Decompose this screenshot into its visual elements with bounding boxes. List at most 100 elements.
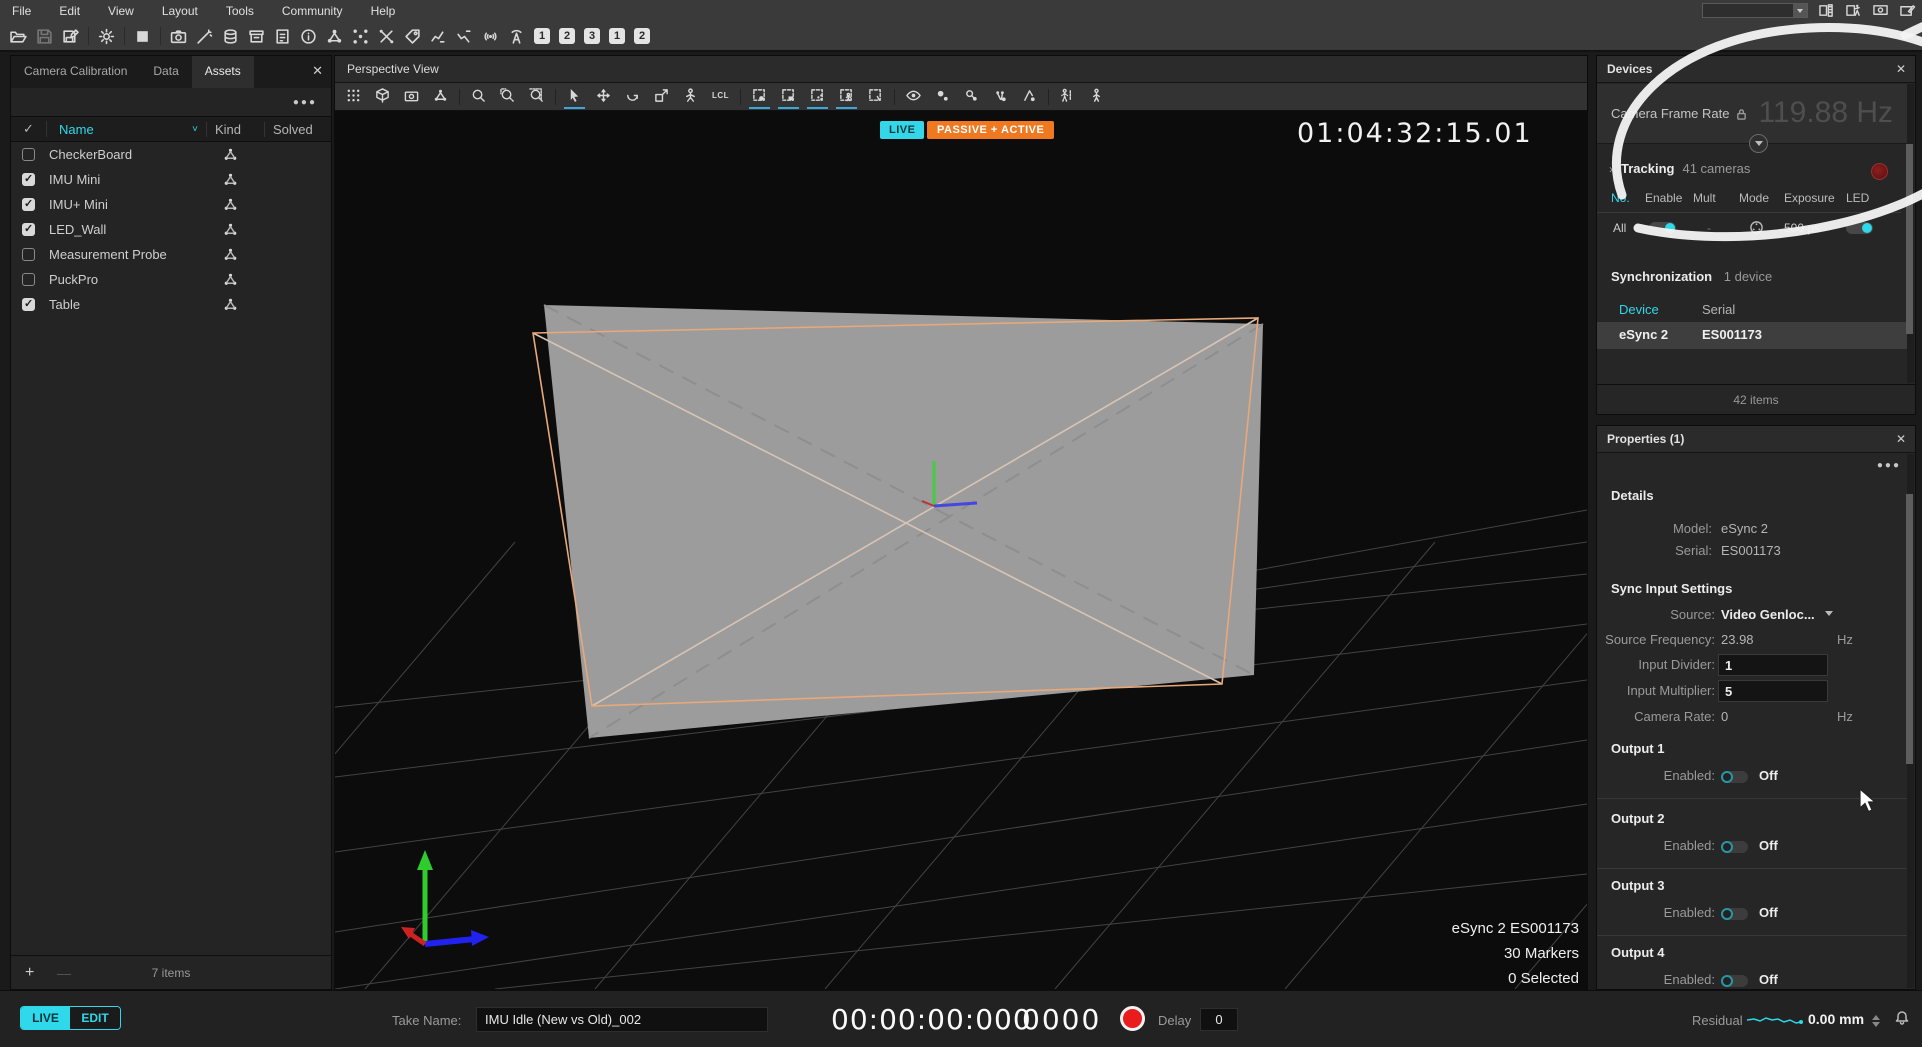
close-icon[interactable]: ✕ [1896,62,1906,76]
record-button[interactable] [1120,1006,1145,1031]
info-icon[interactable] [300,28,317,45]
output-4-enabled-toggle[interactable] [1721,975,1748,987]
layout-2-button[interactable]: 2 [634,28,650,44]
tools-icon[interactable] [378,28,395,45]
skeleton-tool-icon[interactable] [680,85,701,109]
graph-1-icon[interactable] [430,28,447,45]
camera-icon[interactable] [170,28,187,45]
col-serial[interactable]: Serial [1702,302,1735,317]
streaming-icon[interactable] [482,28,499,45]
menu-tools[interactable]: Tools [226,4,254,18]
col-enable[interactable]: Enable [1645,191,1682,205]
menu-file[interactable]: File [12,4,31,18]
layout-capture-icon[interactable] [1872,3,1889,18]
asset-row[interactable]: IMU Mini [11,167,331,192]
residual-stepper[interactable] [1872,1011,1880,1031]
zoom-icon[interactable] [468,85,489,109]
settings-gear-icon[interactable] [98,28,115,45]
menu-edit[interactable]: Edit [59,4,80,18]
name-column-header[interactable]: Name˅ [47,122,207,137]
check-column-header[interactable]: ✓ [11,121,47,137]
select-rigid-bodies-mode-icon[interactable] [807,85,828,109]
layout-preset-select[interactable] [1702,3,1808,18]
asset-row[interactable]: CheckerBoard [11,142,331,167]
edit-mode-button[interactable]: EDIT [70,1007,120,1029]
live-mode-button[interactable]: LIVE [21,1007,70,1029]
col-mult[interactable]: Mult [1693,191,1716,205]
marker-history-icon[interactable] [1019,85,1040,109]
select-constraints-mode-icon[interactable] [865,85,886,109]
tab-assets[interactable]: Assets [192,56,254,88]
wand-icon[interactable] [196,28,213,45]
col-no[interactable]: No. [1611,191,1630,205]
asset-checkbox[interactable] [22,298,35,311]
layers-database-icon[interactable] [222,28,239,45]
mode-icon[interactable] [1749,220,1764,235]
col-mode[interactable]: Mode [1739,191,1769,205]
viewport-3-button[interactable]: 3 [584,28,600,44]
camera-view-icon[interactable] [401,85,422,109]
menu-view[interactable]: View [108,4,134,18]
sync-device-row[interactable]: eSync 2 ES001173 [1597,322,1907,349]
panel-menu-button[interactable]: ●●● [11,88,331,116]
asset-checkbox[interactable] [22,173,35,186]
translate-tool-icon[interactable] [593,85,614,109]
layout-1-button[interactable]: 1 [609,28,625,44]
asset-row[interactable]: Table [11,292,331,317]
open-file-icon[interactable] [10,28,27,45]
cube-view-icon[interactable] [372,85,393,109]
expander-icon[interactable]: › [1609,162,1613,176]
tracking-group-row[interactable]: › Tracking 41 cameras [1609,161,1750,176]
close-icon[interactable]: ✕ [1896,432,1906,446]
viewport-1-button[interactable]: 1 [534,28,550,44]
output-2-enabled-toggle[interactable] [1721,841,1748,853]
asset-row[interactable]: PuckPro [11,267,331,292]
local-coords-button[interactable]: LCL [709,85,732,109]
menu-community[interactable]: Community [282,4,343,18]
archive-icon[interactable] [248,28,265,45]
take-name-input[interactable] [476,1007,768,1032]
skeleton-visual-icon[interactable] [1057,85,1078,109]
viewport-2-button[interactable]: 2 [559,28,575,44]
layout-create-icon[interactable] [1845,3,1862,18]
menu-help[interactable]: Help [371,4,396,18]
scale-tool-icon[interactable] [651,85,672,109]
view-menu-icon[interactable] [343,85,364,109]
stop-square-icon[interactable] [134,28,151,45]
visibility-eye-icon[interactable] [903,85,924,109]
antenna-tower-icon[interactable] [508,28,525,45]
tab-data[interactable]: Data [140,56,191,88]
zoom-selected-icon[interactable] [526,85,547,109]
marker-sticks-icon[interactable] [961,85,982,109]
asset-checkbox[interactable] [22,148,35,161]
select-cameras-mode-icon[interactable] [778,85,799,109]
select-tool-icon[interactable] [564,85,585,109]
solved-column-header[interactable]: Solved [265,122,331,137]
combo-arrow-icon[interactable] [1793,4,1807,17]
asset-checkbox[interactable] [22,223,35,236]
output-3-enabled-toggle[interactable] [1721,908,1748,920]
rigid-body-icon[interactable] [326,28,343,45]
layout-edit-icon[interactable] [1899,3,1916,18]
tab-camera-calibration[interactable]: Camera Calibration [11,56,140,88]
select-markers-mode-icon[interactable] [749,85,770,109]
select-skeletons-mode-icon[interactable] [836,85,857,109]
col-exposure[interactable]: Exposure [1784,191,1835,205]
kind-column-header[interactable]: Kind [207,122,265,137]
input-multiplier-field[interactable] [1718,680,1828,702]
tag-icon[interactable] [404,28,421,45]
row-exposure[interactable]: 500 µs [1784,221,1820,235]
properties-scrollbar[interactable] [1907,454,1914,988]
rotate-tool-icon[interactable] [622,85,643,109]
frame-rate-expand-button[interactable] [1749,134,1768,153]
rigid-body-view-icon[interactable] [430,85,451,109]
marker-labels-icon[interactable] [932,85,953,109]
close-icon[interactable]: ✕ [312,63,323,79]
marker-rays-icon[interactable] [990,85,1011,109]
notifications-bell-icon[interactable] [1894,1010,1910,1026]
asset-row[interactable]: LED_Wall [11,217,331,242]
asset-row[interactable]: Measurement Probe [11,242,331,267]
add-asset-button[interactable]: + [25,964,34,982]
delay-input[interactable] [1200,1008,1238,1031]
layout-calibrate-icon[interactable] [1818,3,1835,18]
